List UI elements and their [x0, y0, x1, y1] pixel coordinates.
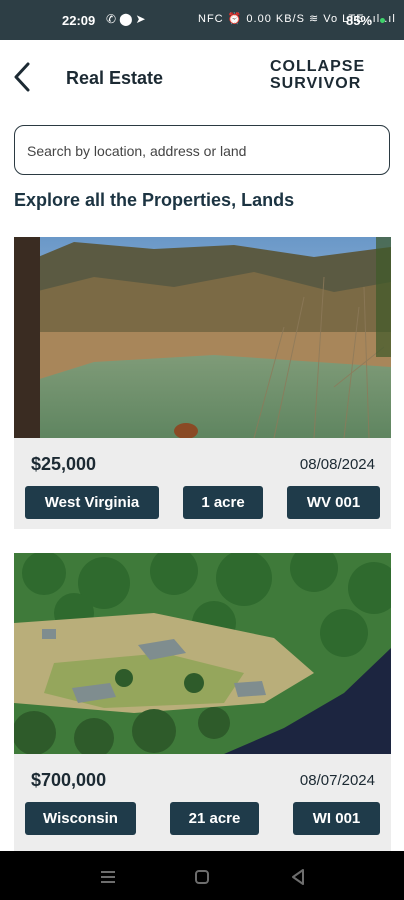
acreage-tag[interactable]: 21 acre [170, 802, 259, 835]
property-photo[interactable] [14, 553, 391, 754]
status-left-icons: ✆⬤➤ [106, 12, 149, 26]
back-button[interactable] [10, 58, 38, 96]
send-icon: ➤ [135, 12, 149, 26]
menu-lines-icon [101, 871, 115, 883]
listing-date: 08/08/2024 [299, 456, 375, 473]
acreage-tag[interactable]: 1 acre [183, 486, 263, 519]
privacy-indicator-dot [380, 18, 385, 23]
search-input[interactable] [25, 138, 379, 164]
triangle-back-icon [292, 869, 304, 885]
section-title: Explore all the Properties, Lands [14, 190, 295, 210]
property-card[interactable]: $25,000 08/08/2024 West Virginia 1 acre … [14, 237, 391, 529]
listing-price: $700,000 [31, 770, 107, 790]
page-title: Real Estate [66, 68, 164, 88]
property-card[interactable]: $700,000 08/07/2024 Wisconsin 21 acre WI… [14, 553, 391, 851]
phone-icon: ✆ [106, 12, 120, 26]
status-bar: 22:09 ✆⬤➤ NFC ⏰ 0.00 KB/S ≋ Vo LTE .ıl .… [0, 0, 404, 40]
back-arrow-icon [14, 62, 30, 92]
home-button[interactable] [190, 865, 214, 889]
listing-date: 08/07/2024 [299, 772, 375, 789]
battery-level: 85% [346, 13, 373, 28]
app-header: Real Estate COLLAPSE SURVIVOR [0, 40, 404, 114]
state-tag[interactable]: West Virginia [25, 486, 159, 519]
code-tag[interactable]: WI 001 [293, 802, 380, 835]
recent-apps-button[interactable] [96, 865, 120, 889]
square-icon [195, 870, 209, 884]
system-nav-bar [0, 851, 404, 900]
mountain-meadow-image [14, 237, 391, 438]
back-nav-button[interactable] [286, 865, 310, 889]
state-tag[interactable]: Wisconsin [25, 802, 136, 835]
listing-price: $25,000 [31, 454, 97, 474]
property-photo[interactable] [14, 237, 391, 438]
aerial-lakeside-image [14, 553, 391, 754]
brand-logo: COLLAPSE SURVIVOR [270, 58, 366, 96]
logo-line-1: COLLAPSE [270, 58, 366, 75]
code-tag[interactable]: WV 001 [287, 486, 380, 519]
location-icon: ⬤ [119, 12, 136, 26]
search-box[interactable] [14, 125, 390, 175]
status-time: 22:09 [62, 13, 96, 28]
logo-line-2: SURVIVOR [270, 75, 362, 92]
